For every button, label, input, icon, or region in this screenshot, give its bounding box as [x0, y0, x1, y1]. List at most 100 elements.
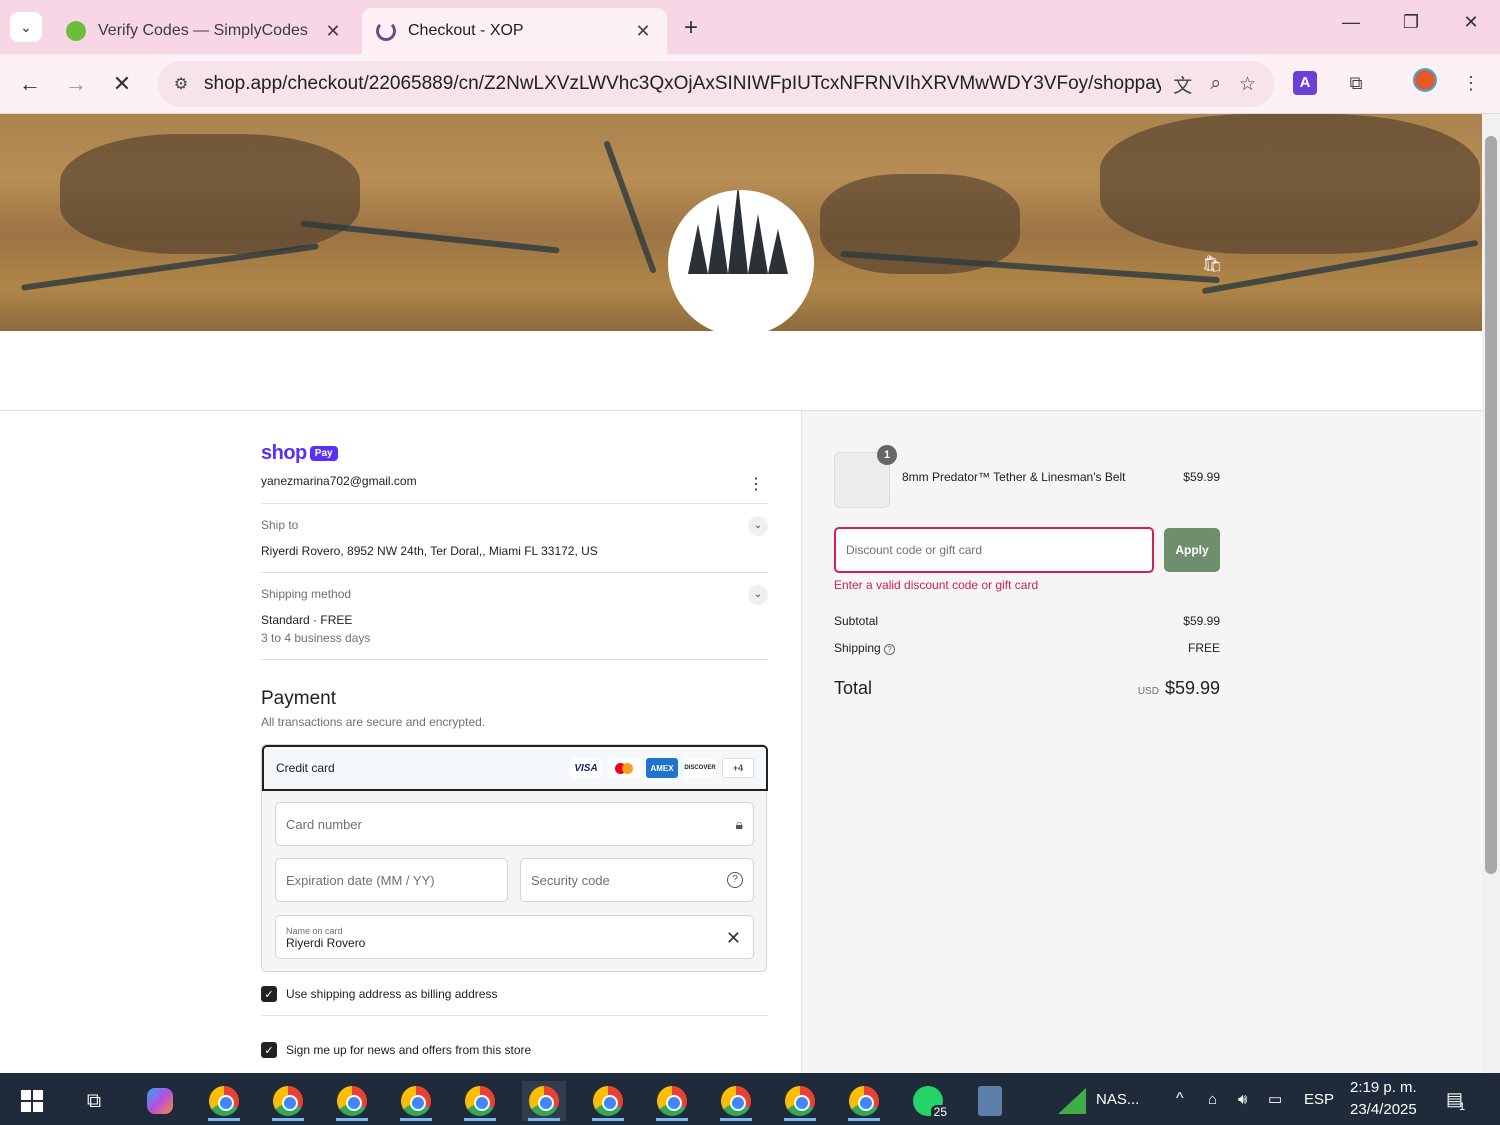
discount-placeholder: Discount code or gift card — [846, 543, 983, 557]
close-tab-icon[interactable]: ✕ — [633, 21, 653, 42]
shipping-eta: 3 to 4 business days — [261, 631, 371, 645]
site-info-icon[interactable]: ⚙ — [158, 74, 204, 94]
zoom-icon[interactable]: ⌕ — [1210, 73, 1221, 95]
minimize-button[interactable]: — — [1336, 12, 1366, 33]
show-hidden-icons-chevron-up-icon[interactable]: ^ — [1176, 1073, 1184, 1125]
close-tab-icon[interactable]: ✕ — [323, 21, 343, 42]
expiration-placeholder: Expiration date (MM / YY) — [286, 872, 435, 888]
chrome-profile-9-icon[interactable] — [714, 1081, 758, 1121]
more-options-icon[interactable]: ⋮ — [748, 474, 764, 494]
shipping-value: FREE — [1187, 641, 1220, 655]
security-code-placeholder: Security code — [531, 872, 610, 888]
volume-icon[interactable]: 🔊︎ — [1238, 1073, 1247, 1125]
security-code-field[interactable]: Security code ? — [520, 858, 754, 902]
restore-button[interactable]: ❐ — [1396, 12, 1426, 33]
chrome-profile-10-icon[interactable] — [778, 1081, 822, 1121]
page-viewport: 🛍 shop Pay yanezmarina702@gmail.com ⋮ Shi… — [0, 114, 1482, 1073]
cart-bag-icon[interactable]: 🛍 — [1202, 254, 1222, 274]
browser-menu-icon[interactable]: ⋮ — [1456, 68, 1486, 98]
apply-discount-button[interactable]: Apply — [1164, 528, 1220, 572]
name-on-card-field[interactable]: Name on card Riyerdi Rovero ✕ — [275, 915, 754, 959]
shipping-method-chevron-down-icon[interactable]: ⌄ — [748, 585, 768, 605]
expiration-date-field[interactable]: Expiration date (MM / YY) — [275, 858, 508, 902]
chrome-active-profile-icon[interactable] — [522, 1081, 566, 1121]
forward-button[interactable]: → — [60, 68, 92, 100]
new-tab-button[interactable]: + — [678, 14, 704, 42]
card-number-placeholder: Card number — [286, 816, 362, 832]
chrome-profile-3-icon[interactable] — [330, 1081, 374, 1121]
translate-icon[interactable]: 文 — [1173, 71, 1192, 98]
total-value: $59.99 — [1164, 678, 1220, 698]
back-button[interactable]: ← — [14, 68, 46, 100]
stock-chart-icon[interactable] — [1050, 1081, 1094, 1121]
windows-start-icon[interactable] — [10, 1081, 54, 1121]
payment-subtitle: All transactions are secure and encrypte… — [261, 715, 486, 729]
store-banner-image: 🛍 — [0, 114, 1482, 331]
chrome-profile-8-icon[interactable] — [650, 1081, 694, 1121]
clock[interactable]: 2:19 p. m. 23/4/2025 — [1350, 1073, 1417, 1125]
extension-a-icon[interactable]: A — [1293, 71, 1317, 95]
tab-checkout[interactable]: Checkout - XOP ✕ — [362, 8, 667, 54]
loading-favicon-icon — [376, 21, 396, 41]
product-price: $59.99 — [1183, 470, 1220, 484]
shipping-info-icon[interactable]: ? — [884, 644, 896, 655]
windows-taskbar: ⧉ 25 NAS... ^ ⌂ 🔊︎ ▭ ESP 2:19 p. m. 23/4… — [0, 1073, 1500, 1125]
checkbox-checked-icon[interactable]: ✓ — [261, 986, 277, 1002]
payment-title: Payment — [261, 688, 336, 709]
profile-avatar[interactable] — [1410, 68, 1440, 98]
more-cards-badge: +4 — [722, 758, 754, 778]
nas-widget-label[interactable]: NAS... — [1096, 1073, 1139, 1125]
credit-card-option[interactable]: Credit card VISA AMEX DISCOVER +4 — [262, 745, 768, 791]
total-currency: USD — [1137, 686, 1159, 697]
ship-to-chevron-down-icon[interactable]: ⌄ — [748, 516, 768, 536]
url-text[interactable]: shop.app/checkout/22065889/cn/Z2NwLXVzLW… — [204, 73, 1161, 95]
help-question-icon[interactable]: ? — [727, 872, 743, 888]
ship-to-address: Riyerdi Rovero, 8952 NW 24th, Ter Doral,… — [261, 544, 598, 558]
subtotal-value: $59.99 — [1183, 614, 1220, 628]
task-view-icon[interactable]: ⧉ — [72, 1081, 116, 1121]
mastercard-icon — [608, 758, 640, 778]
billing-address-checkbox-row[interactable]: ✓ Use shipping address as billing addres… — [261, 986, 497, 1002]
subtotal-label: Subtotal — [834, 614, 879, 628]
extensions-puzzle-icon[interactable]: ⧉ — [1341, 68, 1371, 98]
clear-field-icon[interactable]: ✕ — [726, 928, 741, 949]
chrome-profile-4-icon[interactable] — [394, 1081, 438, 1121]
clock-date: 23/4/2025 — [1350, 1101, 1417, 1118]
chrome-profile-7-icon[interactable] — [586, 1081, 630, 1121]
copilot-icon[interactable] — [138, 1081, 182, 1121]
chrome-profile-2-icon[interactable] — [266, 1081, 310, 1121]
shipping-method-label: Shipping method — [261, 587, 352, 601]
calculator-icon[interactable] — [968, 1081, 1012, 1121]
device-icon[interactable]: ⌂ — [1208, 1073, 1217, 1125]
card-number-field[interactable]: Card number 🔒︎ — [275, 802, 754, 846]
network-icon[interactable]: ▭ — [1268, 1073, 1282, 1125]
whatsapp-icon[interactable]: 25 — [906, 1081, 950, 1121]
bookmark-star-icon[interactable]: ☆ — [1239, 73, 1256, 96]
whatsapp-badge: 25 — [930, 1105, 950, 1119]
discount-code-input[interactable]: Discount code or gift card — [834, 527, 1154, 573]
language-indicator[interactable]: ESP — [1304, 1073, 1334, 1125]
credit-card-section: Credit card VISA AMEX DISCOVER +4 Card n… — [261, 744, 768, 972]
subtotal-row: Subtotal $59.99 — [834, 614, 1220, 628]
chrome-profile-11-icon[interactable] — [842, 1081, 886, 1121]
tab-verify-codes[interactable]: Verify Codes — SimplyCodes ✕ — [52, 8, 357, 54]
address-bar[interactable]: ⚙ shop.app/checkout/22065889/cn/Z2NwLXVz… — [158, 61, 1274, 107]
name-on-card-value: Riyerdi Rovero — [286, 936, 366, 950]
chrome-profile-1-icon[interactable] — [202, 1081, 246, 1121]
news-offers-checkbox-row[interactable]: ✓ Sign me up for news and offers from th… — [261, 1042, 531, 1058]
shipping-label: Shipping — [834, 641, 881, 655]
amex-icon: AMEX — [646, 758, 678, 778]
total-row: Total USD $59.99 — [834, 678, 1220, 699]
order-summary-panel — [801, 411, 1482, 1073]
stop-loading-button[interactable]: ✕ — [106, 68, 138, 100]
visa-icon: VISA — [570, 758, 602, 778]
scrollbar-thumb[interactable] — [1485, 136, 1497, 874]
tab-search-button[interactable]: ⌄ — [10, 12, 42, 42]
checkbox-checked-icon[interactable]: ✓ — [261, 1042, 277, 1058]
news-checkbox-label: Sign me up for news and offers from this… — [286, 1043, 532, 1057]
page-scrollbar[interactable] — [1482, 114, 1500, 1073]
chrome-profile-5-icon[interactable] — [458, 1081, 502, 1121]
notifications-icon[interactable]: ▤ 1 — [1446, 1073, 1465, 1125]
close-window-button[interactable]: ✕ — [1456, 12, 1486, 33]
ship-to-label: Ship to — [261, 518, 299, 532]
